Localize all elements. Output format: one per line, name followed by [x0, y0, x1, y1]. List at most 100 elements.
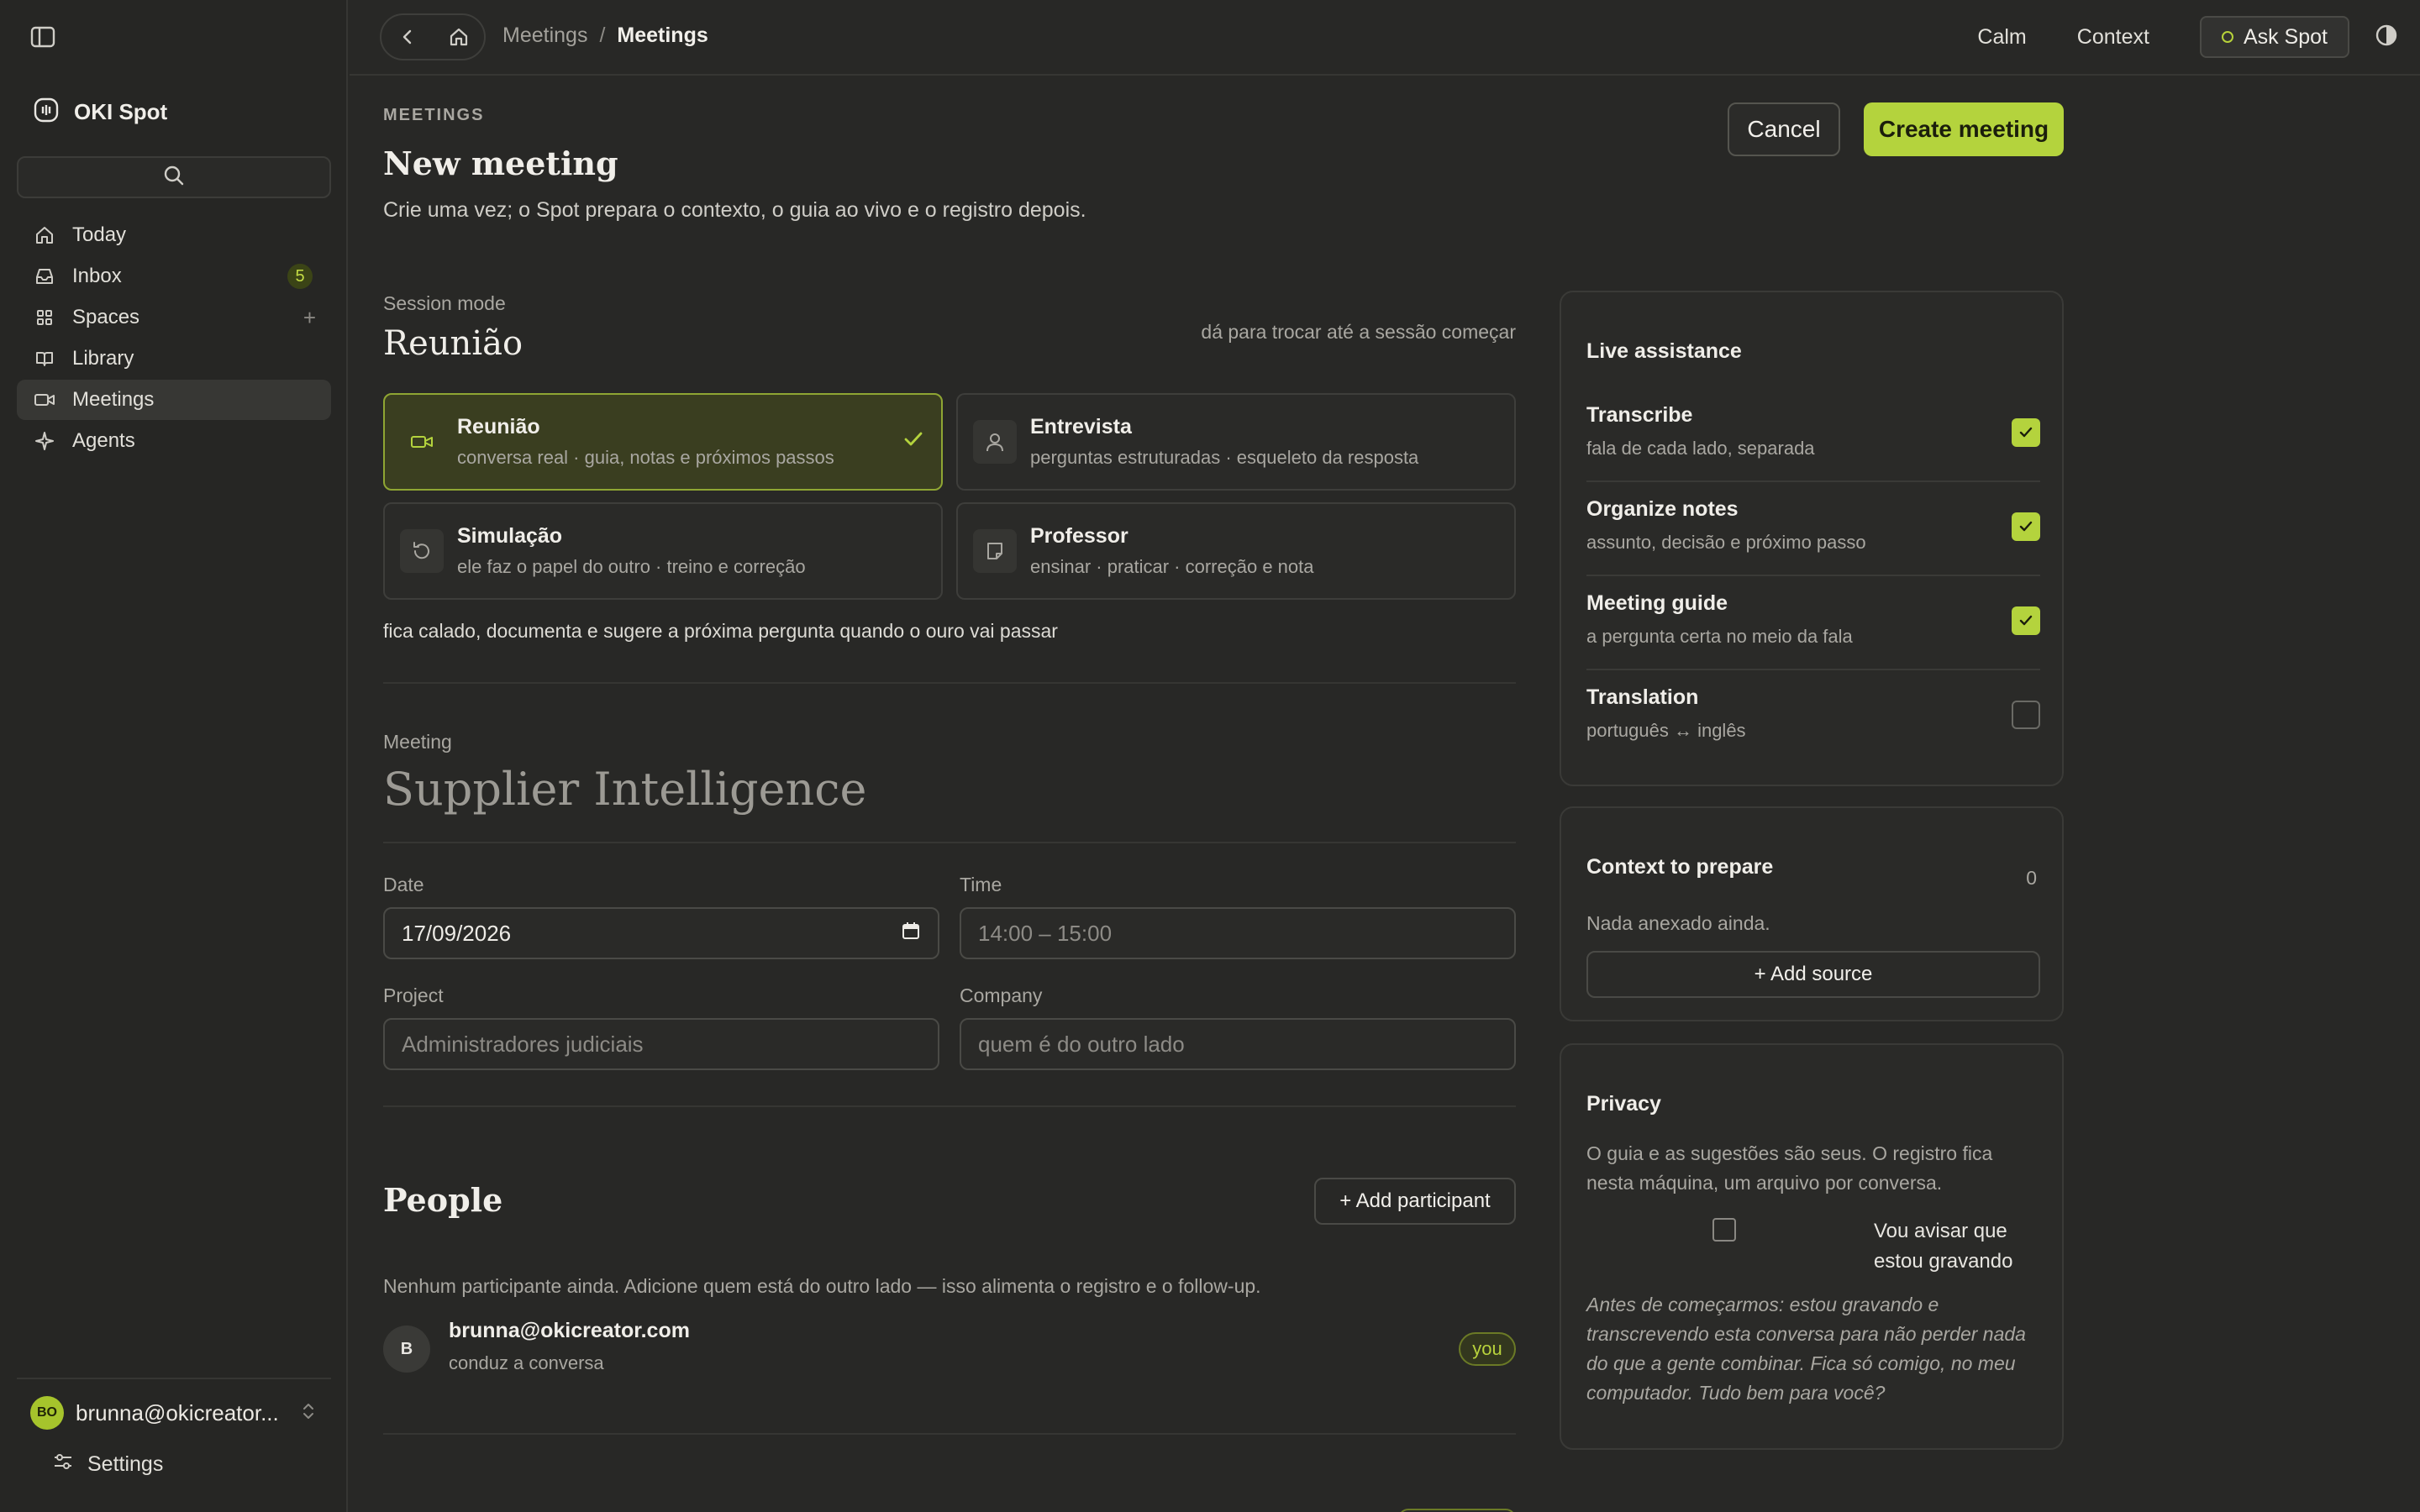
meeting-name-input[interactable]: Supplier Intelligence — [383, 763, 866, 816]
session-mode-current: Reunião — [383, 324, 523, 363]
option-description: a pergunta certa no meio da fala — [1586, 626, 1853, 647]
divider — [1586, 480, 2040, 482]
cancel-button[interactable]: Cancel — [1728, 102, 1840, 156]
company-label: Company — [960, 984, 1043, 1006]
calendar-icon[interactable] — [901, 921, 921, 947]
back-button[interactable] — [381, 15, 433, 59]
recording-notice-script: Antes de começarmos: estou gravando e tr… — [1586, 1294, 2026, 1404]
context-empty-text: Nada anexado ainda. — [1586, 912, 1770, 934]
mode-card-simulacao[interactable]: Simulação ele faz o papel do outro · tre… — [383, 502, 943, 600]
mode-name: Professor — [1030, 524, 1128, 548]
divider — [383, 1433, 1516, 1435]
option-translation[interactable]: Translation português ↔ inglês — [1586, 685, 2040, 742]
option-meeting-guide[interactable]: Meeting guide a pergunta certa no meio d… — [1586, 591, 2040, 648]
sparkle-icon — [34, 430, 55, 452]
sidebar-item-label: Inbox — [72, 265, 122, 287]
time-placeholder: 14:00 – 15:00 — [978, 920, 1113, 946]
video-icon — [400, 420, 444, 464]
sidebar-item-label: Today — [72, 223, 127, 246]
option-transcribe[interactable]: Transcribe fala de cada lado, separada — [1586, 403, 2040, 459]
context-link[interactable]: Context — [2077, 25, 2149, 50]
option-description: fala de cada lado, separada — [1586, 438, 1815, 459]
project-placeholder: Administradores judiciais — [402, 1031, 644, 1057]
account-switcher[interactable]: BO brunna@okicreator... — [30, 1396, 316, 1430]
sidebar-nav: Today Inbox 5 Spaces + Library Meetings … — [17, 215, 331, 462]
session-mode-hint: dá para trocar até a sessão começar — [1201, 321, 1516, 343]
cut-off-button[interactable] — [1398, 1509, 1516, 1512]
sidebar-item-label: Spaces — [72, 306, 140, 328]
add-space-icon[interactable]: + — [303, 305, 316, 331]
panel-title: Context to prepare — [1586, 855, 1774, 879]
home-button[interactable] — [433, 15, 484, 59]
privacy-text: O guia e as sugestões são seus. O regist… — [1586, 1142, 1993, 1194]
mode-name: Simulação — [457, 524, 563, 548]
contrast-toggle-icon[interactable] — [2375, 24, 2398, 51]
mode-description: ensinar · praticar · correção e nota — [1030, 556, 1314, 577]
meeting-guide-checkbox[interactable] — [2012, 606, 2040, 635]
add-participant-button[interactable]: + Add participant — [1314, 1178, 1516, 1225]
sidebar-item-label: Library — [72, 347, 134, 370]
organize-notes-checkbox[interactable] — [2012, 512, 2040, 541]
mode-name: Reunião — [457, 415, 540, 438]
sidebar-item-agents[interactable]: Agents — [17, 421, 331, 461]
sidebar-item-meetings[interactable]: Meetings — [17, 380, 331, 420]
date-field[interactable]: 17/09/2026 — [383, 907, 939, 959]
recording-notice-checkbox[interactable] — [1712, 1218, 1736, 1242]
meeting-label: Meeting — [383, 731, 452, 753]
brand[interactable]: OKI Spot — [34, 97, 167, 127]
breadcrumb: Meetings / Meetings — [502, 24, 708, 48]
company-placeholder: quem é do outro lado — [978, 1031, 1185, 1057]
add-source-button[interactable]: + Add source — [1586, 951, 2040, 998]
create-meeting-button[interactable]: Create meeting — [1864, 102, 2064, 156]
sidebar-item-today[interactable]: Today — [17, 215, 331, 255]
project-field[interactable]: Administradores judiciais — [383, 1018, 939, 1070]
company-field[interactable]: quem é do outro lado — [960, 1018, 1516, 1070]
search-icon — [162, 164, 186, 192]
breadcrumb-item[interactable]: Meetings — [502, 24, 587, 48]
settings-link[interactable]: Settings — [52, 1452, 163, 1478]
option-name: Meeting guide — [1586, 591, 1728, 615]
date-label: Date — [383, 874, 424, 895]
time-label: Time — [960, 874, 1002, 895]
transcribe-checkbox[interactable] — [2012, 418, 2040, 447]
mode-card-professor[interactable]: Professor ensinar · praticar · correção … — [956, 502, 1516, 600]
option-organize-notes[interactable]: Organize notes assunto, decisão e próxim… — [1586, 497, 2040, 554]
status-ring-icon — [2221, 31, 2233, 43]
time-field[interactable]: 14:00 – 15:00 — [960, 907, 1516, 959]
participant-role: conduz a conversa — [449, 1352, 604, 1373]
session-mode-label: Session mode — [383, 292, 506, 314]
context-panel: Context to prepare 0 Nada anexado ainda.… — [1560, 806, 2064, 1021]
home-icon — [450, 28, 467, 46]
inbox-count-badge: 5 — [287, 264, 313, 289]
calm-link[interactable]: Calm — [1977, 25, 2026, 50]
translation-checkbox[interactable] — [2012, 701, 2040, 729]
mode-card-reuniao[interactable]: Reunião conversa real · guia, notas e pr… — [383, 393, 943, 491]
avatar: BO — [30, 1396, 64, 1430]
topbar-actions: Calm Context Ask Spot — [1977, 15, 2398, 59]
avatar: B — [383, 1326, 430, 1373]
ask-spot-button[interactable]: Ask Spot — [2199, 16, 2349, 58]
sidebar-search[interactable] — [17, 156, 331, 198]
divider — [1586, 575, 2040, 576]
mode-note: fica calado, documenta e sugere a próxim… — [383, 620, 1058, 642]
option-name: Transcribe — [1586, 403, 1693, 427]
recording-notice-label[interactable]: Vou avisar que estou gravando — [1874, 1216, 2042, 1277]
sliders-icon — [52, 1452, 74, 1478]
mode-description: conversa real · guia, notas e próximos p… — [457, 447, 834, 468]
sidebar-item-label: Agents — [72, 429, 135, 452]
mode-description: perguntas estruturadas · esqueleto da re… — [1030, 447, 1419, 468]
home-icon — [34, 224, 55, 246]
note-icon — [973, 529, 1017, 573]
sidebar-item-library[interactable]: Library — [17, 339, 331, 379]
divider — [1586, 669, 2040, 670]
sidebar-toggle-icon[interactable] — [30, 25, 55, 49]
grid-icon — [34, 307, 55, 328]
sidebar-item-spaces[interactable]: Spaces + — [17, 297, 331, 338]
divider — [383, 1105, 1516, 1107]
sidebar-item-label: Meetings — [72, 388, 155, 411]
sidebar-item-inbox[interactable]: Inbox 5 — [17, 256, 331, 297]
context-count: 0 — [2026, 867, 2037, 889]
option-name: Organize notes — [1586, 497, 1739, 521]
mode-card-entrevista[interactable]: Entrevista perguntas estruturadas · esqu… — [956, 393, 1516, 491]
inbox-icon — [34, 265, 55, 287]
